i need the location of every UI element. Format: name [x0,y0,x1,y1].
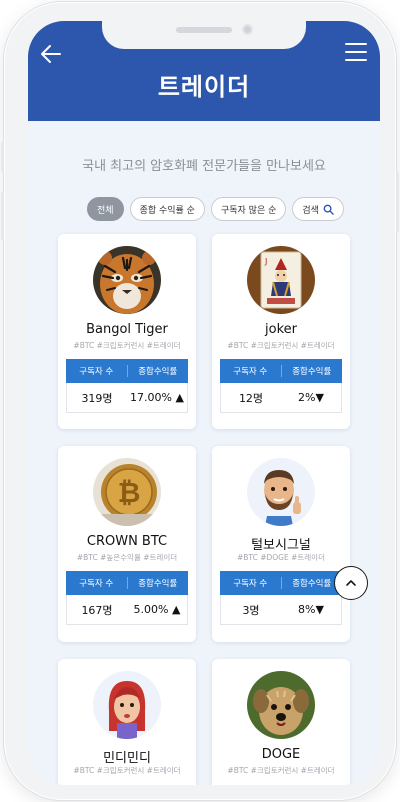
stats-values: 319명 17.00% ▲ [66,383,188,413]
subscriber-count: 12명 [238,391,264,405]
bitcoin-coin-avatar-image: ₿ [93,458,161,526]
filter-subscribers-chip[interactable]: 구독자 많은 순 [210,197,287,221]
page-title: 트레이더 [157,73,251,101]
subscribers-label: 구독자 수 [79,367,114,377]
trader-tags: #BTC #크립토커런시 #트레이더 [227,766,335,775]
menu-button[interactable] [343,39,369,65]
search-label: 검색 [302,205,319,216]
total-return-label: 종합수익률 [126,365,189,377]
total-return-label: 종합수익률 [280,365,343,377]
chevron-up-icon [346,580,356,586]
joker-card-avatar-image: J [247,246,315,314]
trader-card[interactable]: J joker #BTC #크립토커런시 #트레이더 구독자 수 종합수익률 1… [212,234,350,429]
phone-side-button [1,192,4,240]
trader-avatar: ₿ [93,458,161,526]
filter-subscribers-label: 구독자 많은 순 [220,205,277,216]
return-percent: 17.00% [130,391,172,404]
total-return-value: 17.00% ▲ [127,391,187,404]
phone-speaker [176,27,232,33]
trader-name: Bangol Tiger [86,322,168,337]
svg-text:J: J [264,257,267,266]
trader-card[interactable]: Bangol Tiger #BTC #크립토커런시 #트레이더 구독자 수 종합… [58,234,196,429]
return-percent: 5.00% [133,603,169,616]
trader-tags: #BTC #크립토커런시 #트레이더 [73,341,181,350]
trader-tags: #BTC #높은수익률 #트레이더 [76,553,178,562]
trader-name: DOGE [261,747,301,762]
stats-header: 구독자 수 종합수익률 [66,571,188,595]
subscriber-count: 319명 [81,391,113,405]
hamburger-menu-icon [345,43,367,61]
phone-notch [102,21,306,49]
scroll-to-top-button[interactable] [334,566,368,600]
subscribers-label: 구독자 수 [233,579,268,589]
down-arrow-icon: ▼ [315,391,324,404]
bearded-memoji-avatar-image [247,458,315,526]
trader-card[interactable]: ₿ CROWN BTC #BTC #높은수익률 #트레이더 구독자 수 종합수익… [58,446,196,642]
up-arrow-icon: ▲ [175,391,184,404]
trader-tags: #BTC #크립토커런시 #트레이더 [227,341,335,350]
filter-total-return-label: 종합 수익률 순 [139,205,195,216]
stats-values: 12명 2%▼ [220,383,342,413]
trader-tags: #BTC #DOGE #트레이더 [237,553,325,562]
trader-avatar [93,246,161,314]
stats-values: 167명 5.00% ▲ [66,595,188,625]
stats-values: 3명 8%▼ [220,595,342,625]
subscribers-label: 구독자 수 [79,579,114,589]
subscriber-count: 167명 [81,603,113,617]
return-percent: 8% [298,603,316,616]
trader-name: 민디민디 [103,751,151,766]
filter-all-chip[interactable]: 전체 [87,197,124,221]
trader-card[interactable]: 털보시그널 #BTC #DOGE #트레이더 구독자 수 종합수익률 3명 8%… [212,446,350,642]
filter-total-return-chip[interactable]: 종합 수익률 순 [129,197,205,221]
total-return-value: 2%▼ [281,391,341,404]
trader-avatar: J [247,246,315,314]
filter-all-label: 전체 [97,205,114,216]
back-arrow-icon [41,45,61,63]
down-arrow-icon: ▼ [315,603,324,616]
subscriber-count: 3명 [242,603,260,617]
return-percent: 2% [298,391,316,404]
search-chip[interactable]: 검색 [292,197,344,221]
filter-bar: 전체 종합 수익률 순 구독자 많은 순 검색 [87,197,344,221]
trader-avatar [247,671,315,739]
subscribers-label: 구독자 수 [233,367,268,377]
phone-side-button [396,172,399,232]
total-return-value: 5.00% ▲ [127,603,187,616]
trader-avatar [247,458,315,526]
stats-header: 구독자 수 종합수익률 [220,571,342,595]
search-icon [323,204,334,215]
trader-card[interactable]: DOGE #BTC #크립토커런시 #트레이더 [212,659,350,785]
tiger-avatar-image [93,246,161,314]
trader-name: 털보시그널 [251,538,311,553]
total-return-label: 종합수익률 [126,577,189,589]
trader-name: CROWN BTC [86,534,168,549]
svg-text:₿: ₿ [118,476,141,509]
total-return-label: 종합수익률 [280,577,343,589]
trader-avatar [93,671,161,739]
total-return-value: 8%▼ [281,603,341,616]
stats-header: 구독자 수 종합수익률 [220,359,342,383]
trader-card[interactable]: 민디민디 #BTC #크립토커런시 #트레이더 [58,659,196,785]
back-button[interactable] [38,41,64,67]
up-arrow-icon: ▲ [171,603,181,616]
phone-side-button [1,142,4,172]
trader-name: joker [265,322,297,337]
red-hair-memoji-avatar-image [93,671,161,739]
dog-avatar-image [247,671,315,739]
page-subtitle: 국내 최고의 암호화폐 전문가들을 만나보세요 [82,159,326,174]
trader-tags: #BTC #크립토커런시 #트레이더 [73,766,181,775]
stats-header: 구독자 수 종합수익률 [66,359,188,383]
phone-camera [242,24,253,35]
phone-frame: 트레이더 국내 최고의 암호화폐 전문가들을 만나보세요 전체 종합 수익률 순… [1,2,399,800]
app-screen: 트레이더 국내 최고의 암호화폐 전문가들을 만나보세요 전체 종합 수익률 순… [28,21,380,785]
